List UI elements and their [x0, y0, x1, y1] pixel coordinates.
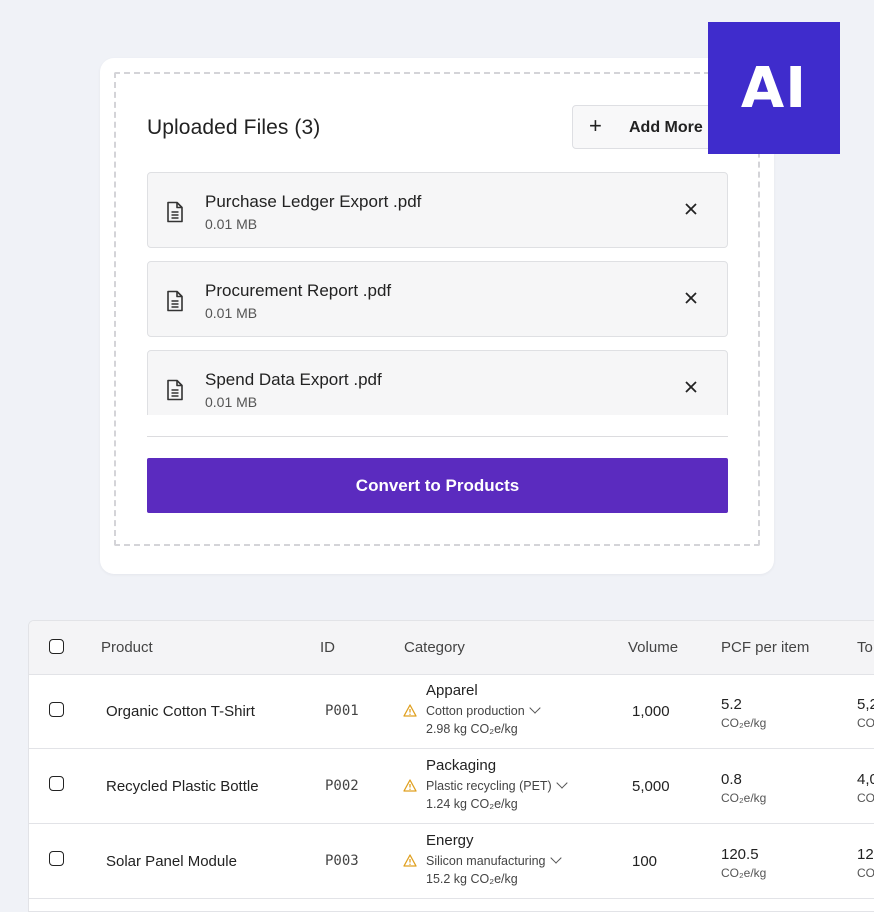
total-value: 12, — [857, 846, 874, 863]
header-total[interactable]: To — [857, 639, 873, 656]
products-table: Product ID Category Volume PCF per item … — [28, 620, 874, 912]
process-label: Silicon manufacturing — [426, 854, 546, 868]
header-id[interactable]: ID — [320, 639, 335, 656]
file-name: Spend Data Export .pdf — [205, 370, 382, 389]
document-icon — [167, 201, 183, 223]
file-item: Procurement Report .pdf 0.01 MB — [147, 261, 728, 337]
category-name: Apparel — [426, 682, 478, 699]
volume: 100 — [632, 853, 658, 870]
category-name: Packaging — [426, 757, 497, 774]
select-all-checkbox[interactable] — [49, 639, 64, 654]
file-item: Spend Data Export .pdf 0.01 MB — [147, 350, 728, 415]
process-dropdown[interactable]: Plastic recycling (PET) — [426, 777, 568, 793]
row-checkbox[interactable] — [49, 776, 64, 791]
document-icon — [167, 379, 183, 401]
volume: 5,000 — [632, 778, 670, 795]
emission-factor: 1.24 kg CO₂e/kg — [426, 797, 518, 811]
warning-icon — [403, 854, 417, 867]
convert-to-products-button[interactable]: Convert to Products — [147, 458, 728, 513]
emission-factor: 15.2 kg CO₂e/kg — [426, 872, 518, 886]
plus-icon: + — [589, 113, 602, 138]
file-size: 0.01 MB — [205, 305, 258, 321]
warning-icon — [403, 779, 417, 792]
total-unit: CO — [857, 716, 874, 730]
document-icon — [167, 290, 183, 312]
header-volume[interactable]: Volume — [628, 639, 678, 656]
total-value: 4,0 — [857, 771, 874, 788]
warning-icon — [403, 704, 417, 717]
pcf-value: 5.2 — [721, 696, 742, 713]
table-header: Product ID Category Volume PCF per item … — [29, 621, 874, 675]
file-list[interactable]: Purchase Ledger Export .pdf 0.01 MB Proc… — [147, 172, 728, 415]
total-unit: CO — [857, 866, 874, 880]
product-name: Organic Cotton T-Shirt — [106, 703, 255, 720]
product-id: P002 — [325, 778, 359, 794]
uploaded-files-title: Uploaded Files (3) — [147, 116, 321, 139]
emission-factor: 2.98 kg CO₂e/kg — [426, 722, 518, 736]
file-size: 0.01 MB — [205, 394, 258, 410]
chevron-down-icon — [529, 702, 541, 714]
chevron-down-icon — [556, 777, 568, 789]
product-id: P003 — [325, 853, 359, 869]
pcf-unit: CO₂e/kg — [721, 791, 767, 805]
table-row[interactable]: Solar Panel Module P003 Energy Silicon m… — [29, 824, 874, 899]
row-checkbox[interactable] — [49, 702, 64, 717]
total-unit: CO — [857, 791, 874, 805]
header-category[interactable]: Category — [404, 639, 465, 656]
table-row[interactable]: Recycled Plastic Bottle P002 Packaging P… — [29, 749, 874, 824]
pcf-unit: CO₂e/kg — [721, 866, 767, 880]
ai-badge: AI — [708, 22, 840, 154]
process-dropdown[interactable]: Silicon manufacturing — [426, 852, 562, 868]
file-size: 0.01 MB — [205, 216, 258, 232]
table-row[interactable]: Organic Cotton T-Shirt P001 Apparel Cott… — [29, 674, 874, 749]
process-label: Plastic recycling (PET) — [426, 779, 552, 793]
product-id: P001 — [325, 703, 359, 719]
divider — [147, 436, 728, 437]
chevron-down-icon — [549, 852, 562, 864]
file-name: Purchase Ledger Export .pdf — [205, 192, 422, 211]
pcf-value: 0.8 — [721, 771, 742, 788]
category-name: Energy — [426, 832, 474, 849]
file-item: Purchase Ledger Export .pdf 0.01 MB — [147, 172, 728, 248]
product-name: Recycled Plastic Bottle — [106, 778, 259, 795]
volume: 1,000 — [632, 703, 670, 720]
file-name: Procurement Report .pdf — [205, 281, 392, 300]
header-product[interactable]: Product — [101, 639, 153, 656]
product-name: Solar Panel Module — [106, 853, 237, 870]
total-value: 5,2 — [857, 696, 874, 713]
process-label: Cotton production — [426, 704, 525, 718]
remove-file-icon[interactable] — [683, 379, 699, 395]
remove-file-icon[interactable] — [683, 290, 699, 306]
add-more-label: Add More — [629, 119, 703, 136]
row-checkbox[interactable] — [49, 851, 64, 866]
pcf-value: 120.5 — [721, 846, 759, 863]
process-dropdown[interactable]: Cotton production — [426, 702, 541, 718]
pcf-unit: CO₂e/kg — [721, 716, 767, 730]
header-pcf[interactable]: PCF per item — [721, 639, 809, 656]
remove-file-icon[interactable] — [683, 201, 699, 217]
upload-card: Uploaded Files (3) + Add More Purchase L… — [100, 58, 774, 574]
